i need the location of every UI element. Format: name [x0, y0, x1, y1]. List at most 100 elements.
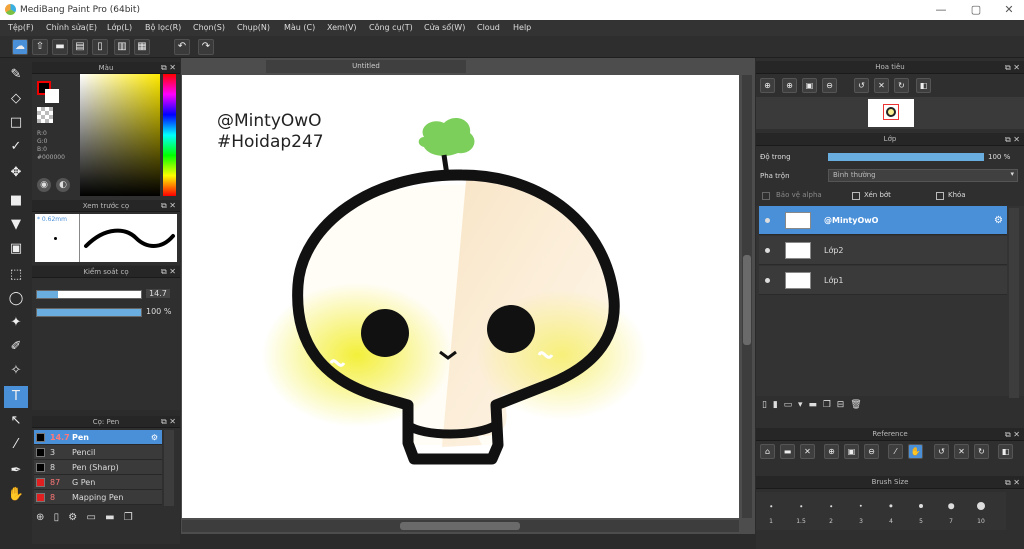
- gradient-tool-icon[interactable]: ▣: [4, 238, 28, 260]
- palette-icon[interactable]: ◉: [37, 178, 51, 192]
- horizontal-scroll-thumb[interactable]: [400, 522, 520, 530]
- brush-item[interactable]: 8 Pen (Sharp): [34, 460, 162, 475]
- visibility-eye-icon[interactable]: [765, 218, 770, 223]
- zoom-out-icon[interactable]: ⊖: [822, 78, 837, 93]
- lock-checkbox[interactable]: [936, 192, 944, 200]
- undo-icon[interactable]: ↶: [174, 39, 190, 55]
- vertical-scroll-thumb[interactable]: [743, 255, 751, 345]
- pen-nib-icon[interactable]: ✒: [4, 460, 28, 482]
- reference-flip-icon[interactable]: ◧: [998, 444, 1013, 459]
- minimize-button[interactable]: —: [926, 1, 956, 19]
- brush-item[interactable]: 3 Pencil: [34, 445, 162, 460]
- comment-icon[interactable]: ▬: [52, 39, 68, 55]
- layer-opacity-value[interactable]: 100 %: [988, 153, 1010, 161]
- color-settings-icon[interactable]: ◐: [56, 178, 70, 192]
- maximize-button[interactable]: ▢: [961, 1, 991, 19]
- new-layer-icon[interactable]: ▯: [762, 400, 767, 410]
- layer-menu-icon[interactable]: ▾: [798, 400, 803, 410]
- brush-size-slider[interactable]: [36, 290, 142, 299]
- color-saturation-field[interactable]: [80, 74, 160, 196]
- move-tool-icon[interactable]: ✥: [4, 162, 28, 184]
- select-eraser-icon[interactable]: ✧: [4, 360, 28, 382]
- operation-tool-icon[interactable]: ↖: [4, 410, 28, 432]
- team-icon[interactable]: ▤: [72, 39, 88, 55]
- storyboard-icon[interactable]: ▦: [134, 39, 150, 55]
- brush-tool-icon[interactable]: ✎: [4, 64, 28, 86]
- drawing-canvas[interactable]: @MintyOwO #Hoidap247: [182, 75, 739, 518]
- upload-icon[interactable]: ⇧: [32, 39, 48, 55]
- menu-edit[interactable]: Chỉnh sửa(E): [46, 23, 97, 32]
- brush-list-scrollbar[interactable]: [164, 430, 174, 506]
- brush-size-value[interactable]: 14.7: [146, 289, 170, 298]
- panel-float-close-icon[interactable]: ⧉ ✕: [1005, 476, 1020, 489]
- rotate-right-icon[interactable]: ↻: [894, 78, 909, 93]
- panel-float-close-icon[interactable]: ⧉ ✕: [161, 200, 176, 212]
- delete-brush-icon[interactable]: ▭: [86, 512, 95, 523]
- redo-icon[interactable]: ↷: [198, 39, 214, 55]
- duplicate-brush-icon[interactable]: ❐: [124, 512, 133, 523]
- menu-cloud[interactable]: Cloud: [477, 23, 500, 32]
- brush-opacity-value[interactable]: 100 %: [146, 307, 171, 316]
- panel-float-close-icon[interactable]: ⧉ ✕: [161, 62, 176, 74]
- reference-hand-icon[interactable]: ✋: [908, 444, 923, 459]
- reference-fit-icon[interactable]: ▣: [844, 444, 859, 459]
- brush-folder-icon[interactable]: ▬: [105, 512, 114, 523]
- layer-folder-icon[interactable]: ▬: [808, 400, 817, 410]
- shape-tool-icon[interactable]: ■: [4, 190, 28, 212]
- zoom-in-alt-icon[interactable]: ⊕: [782, 78, 797, 93]
- panel-float-close-icon[interactable]: ⧉ ✕: [161, 266, 176, 278]
- zoom-in-icon[interactable]: ⊕: [760, 78, 775, 93]
- fit-icon[interactable]: ▣: [802, 78, 817, 93]
- visibility-eye-icon[interactable]: [765, 278, 770, 283]
- brush-settings-icon[interactable]: ⚙: [151, 430, 158, 445]
- brush-opacity-slider[interactable]: [36, 308, 142, 317]
- magic-wand-icon[interactable]: ✦: [4, 312, 28, 334]
- layer-opacity-slider[interactable]: [828, 153, 984, 161]
- reference-open-icon[interactable]: ▬: [780, 444, 795, 459]
- menu-view[interactable]: Xem(V): [327, 23, 357, 32]
- menu-color[interactable]: Màu (C): [284, 23, 315, 32]
- layer-list-scrollbar[interactable]: [1009, 208, 1019, 398]
- reference-zoom-in-icon[interactable]: ⊕: [824, 444, 839, 459]
- flip-icon[interactable]: ◧: [916, 78, 931, 93]
- canvas-vertical-scrollbar[interactable]: [742, 75, 752, 518]
- reference-home-icon[interactable]: ⌂: [760, 444, 775, 459]
- eyedropper-icon[interactable]: ⁄: [4, 434, 28, 456]
- add-brush-icon[interactable]: ⊕: [36, 512, 44, 523]
- menu-file[interactable]: Tệp(F): [8, 23, 34, 32]
- panel-float-close-icon[interactable]: ⧉ ✕: [161, 416, 176, 428]
- hue-slider[interactable]: [163, 74, 176, 196]
- dot-tool-icon[interactable]: □: [4, 112, 28, 134]
- new-page-icon[interactable]: ▥: [114, 39, 130, 55]
- brush-size-preset[interactable]: 4: [876, 492, 906, 526]
- hand-tool-icon[interactable]: ✋: [4, 484, 28, 506]
- layer-row[interactable]: Lớp1: [759, 266, 1007, 295]
- bucket-tool-icon[interactable]: ▼: [4, 214, 28, 236]
- brush-item[interactable]: 87 G Pen: [34, 475, 162, 490]
- layer-row[interactable]: @MintyOwO ⚙: [759, 206, 1007, 235]
- merge-layer-icon[interactable]: ⊟: [837, 400, 845, 410]
- canvas-horizontal-scrollbar[interactable]: [182, 520, 739, 532]
- brush-size-preset[interactable]: 3: [846, 492, 876, 526]
- panel-float-close-icon[interactable]: ⧉ ✕: [1005, 133, 1020, 146]
- brush-size-preset[interactable]: 7: [936, 492, 966, 526]
- page-icon[interactable]: ▯: [92, 39, 108, 55]
- layer-row[interactable]: Lớp2: [759, 236, 1007, 265]
- panel-float-close-icon[interactable]: ⧉ ✕: [1005, 61, 1020, 74]
- menu-tools[interactable]: Công cụ(T): [369, 23, 413, 32]
- menu-window[interactable]: Cửa sổ(W): [424, 23, 465, 32]
- brush-size-preset[interactable]: 5: [906, 492, 936, 526]
- brush-size-preset[interactable]: 10: [966, 492, 996, 526]
- rotate-left-icon[interactable]: ↺: [854, 78, 869, 93]
- panel-float-close-icon[interactable]: ⧉ ✕: [1005, 428, 1020, 441]
- eraser-tool-icon[interactable]: ◇: [4, 88, 28, 110]
- reference-eyedropper-icon[interactable]: ⁄: [888, 444, 903, 459]
- new-brush-icon[interactable]: ▯: [54, 512, 60, 523]
- reference-reset-icon[interactable]: ✕: [954, 444, 969, 459]
- brush-menu-icon[interactable]: ⚙: [68, 512, 77, 523]
- clipping-checkbox[interactable]: [852, 192, 860, 200]
- lasso-tool-icon[interactable]: ◯: [4, 288, 28, 310]
- pen-tool-icon[interactable]: ✓: [4, 136, 28, 158]
- select-pen-icon[interactable]: ✐: [4, 336, 28, 358]
- menu-snap[interactable]: Chụp(N): [237, 23, 270, 32]
